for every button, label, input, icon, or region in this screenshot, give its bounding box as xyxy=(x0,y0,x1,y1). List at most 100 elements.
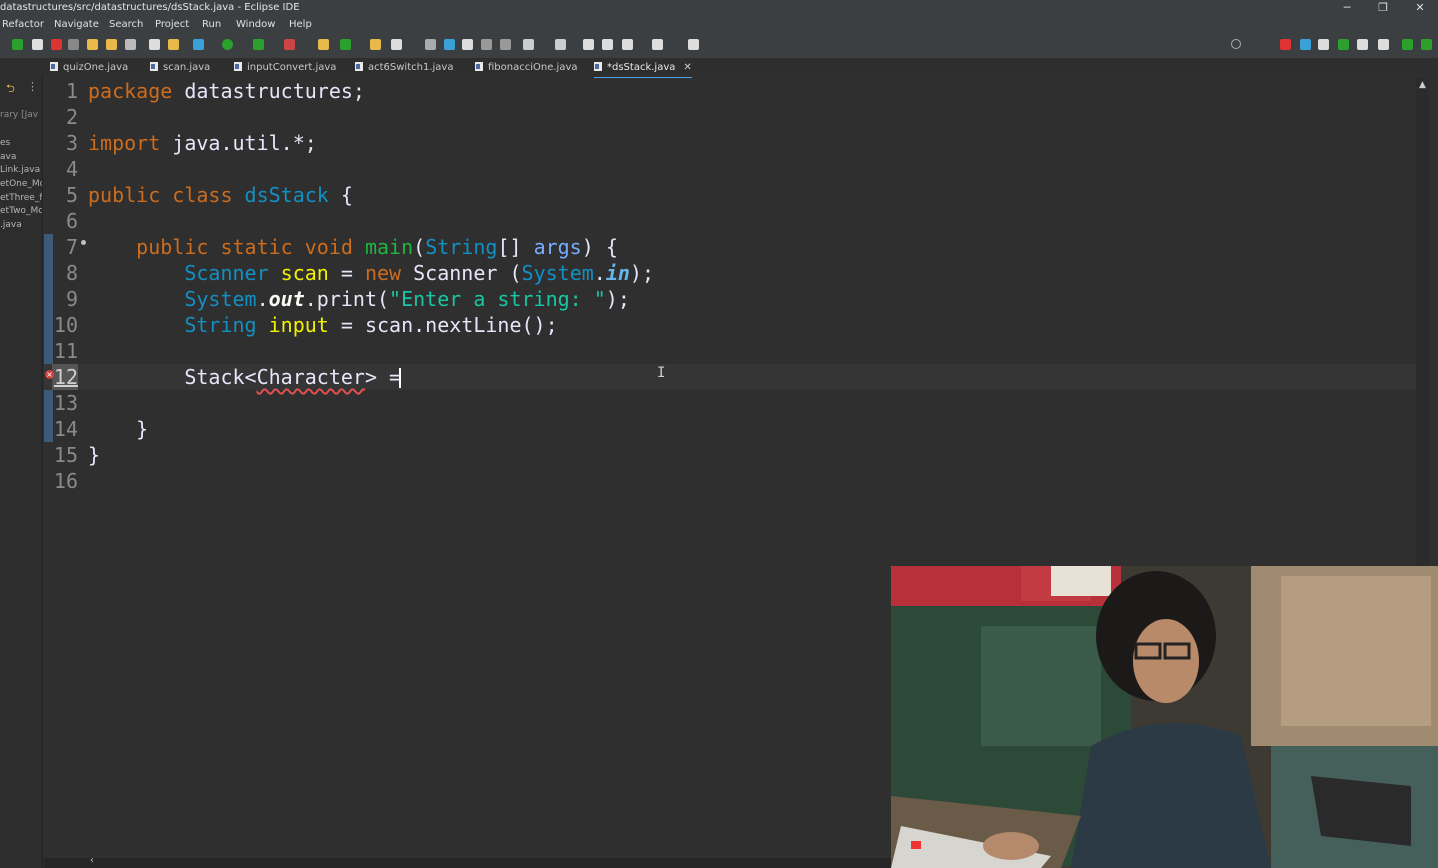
tab-label: inputConvert.java xyxy=(247,62,337,73)
toggle-block-icon[interactable] xyxy=(462,39,473,50)
fold-toggle-icon[interactable] xyxy=(81,240,86,245)
code-line: 10 String input = scan.nextLine(); xyxy=(53,313,558,337)
menu-navigate[interactable]: Navigate xyxy=(54,16,99,34)
scroll-up-icon[interactable]: ▲ xyxy=(1419,80,1426,90)
terminate-icon[interactable] xyxy=(51,39,62,50)
new-class-icon[interactable] xyxy=(340,39,351,50)
run-icon[interactable] xyxy=(222,39,233,50)
planning-perspective-icon[interactable] xyxy=(1421,39,1432,50)
line-number: 6 xyxy=(65,209,78,233)
use-step-filters-icon[interactable] xyxy=(168,39,179,50)
close-tab-icon[interactable]: ✕ xyxy=(683,62,691,73)
line-number: 2 xyxy=(65,105,78,129)
code-line: 16 xyxy=(44,468,1416,494)
tab-scan[interactable]: scan.java xyxy=(150,58,210,77)
debug-icon[interactable] xyxy=(193,39,204,50)
line-number: 8 xyxy=(65,261,78,285)
back-arrow-icon[interactable] xyxy=(622,39,633,50)
text-cursor xyxy=(399,368,402,388)
last-edit-icon[interactable] xyxy=(583,39,594,50)
line-number: 1 xyxy=(65,79,78,103)
perspective-icon[interactable] xyxy=(1280,39,1291,50)
pin-editor-icon[interactable] xyxy=(688,39,699,50)
menu-project[interactable]: Project xyxy=(155,16,189,34)
restore-button[interactable]: ❐ xyxy=(1368,0,1398,16)
tree-item[interactable]: es xyxy=(0,138,10,148)
minimize-button[interactable]: ─ xyxy=(1332,0,1362,16)
step-over-icon[interactable] xyxy=(106,39,117,50)
java-file-icon xyxy=(594,62,602,71)
tree-item[interactable]: Link.java xyxy=(0,165,40,175)
tree-item[interactable]: ava xyxy=(0,152,16,162)
external-tools-icon[interactable] xyxy=(284,39,295,50)
tab-fibonaccione[interactable]: fibonacciOne.java xyxy=(475,58,578,77)
paragraph-icon[interactable] xyxy=(500,39,511,50)
java-ee-icon[interactable] xyxy=(1318,39,1329,50)
debug-perspective-icon[interactable] xyxy=(1300,39,1311,50)
tree-item[interactable]: etTwo_Mc xyxy=(0,206,42,216)
code-line: 1 package datastructures; xyxy=(44,78,1416,104)
menu-search[interactable]: Search xyxy=(109,16,143,34)
menu-help[interactable]: Help xyxy=(289,16,312,34)
search-tool-icon[interactable] xyxy=(391,39,402,50)
code-line: 14 } xyxy=(53,417,149,441)
toggle-mark-icon[interactable] xyxy=(425,39,436,50)
sync-icon[interactable]: ⮌ xyxy=(6,80,15,99)
drop-to-frame-icon[interactable] xyxy=(149,39,160,50)
tab-act6switch1[interactable]: act6Switch1.java xyxy=(355,58,453,77)
line-number: 15 xyxy=(53,443,78,467)
menu-window[interactable]: Window xyxy=(236,16,275,34)
java-perspective-icon[interactable] xyxy=(1402,39,1413,50)
menu-refactor[interactable]: Refactor xyxy=(2,16,44,34)
tree-item[interactable]: rary [Jav xyxy=(0,110,38,120)
menu-bar: Refactor Navigate Search Project Run Win… xyxy=(0,16,1438,34)
forward-history-icon[interactable] xyxy=(602,39,613,50)
tab-dsstack[interactable]: *dsStack.java ✕ xyxy=(594,58,692,79)
suspend-icon[interactable] xyxy=(32,39,43,50)
toggle-highlight-icon[interactable] xyxy=(444,39,455,50)
team-perspective-icon[interactable] xyxy=(1378,39,1389,50)
git-perspective-icon[interactable] xyxy=(1338,39,1349,50)
tab-inputconvert[interactable]: inputConvert.java xyxy=(234,58,336,77)
webcam-overlay xyxy=(891,566,1438,868)
forward-arrow-icon[interactable] xyxy=(652,39,663,50)
step-into-icon[interactable] xyxy=(87,39,98,50)
error-icon[interactable]: × xyxy=(45,370,54,379)
new-java-project-icon[interactable] xyxy=(318,39,329,50)
tree-item[interactable]: etThree_f xyxy=(0,193,42,203)
java-file-icon xyxy=(234,62,242,71)
code-line: 8 Scanner scan = new Scanner (System.in)… xyxy=(44,260,1416,286)
line-number: 11 xyxy=(53,339,78,363)
tab-quizone[interactable]: quizOne.java xyxy=(50,58,128,77)
tab-label: act6Switch1.java xyxy=(368,62,454,73)
code-line: 4 xyxy=(44,156,1416,182)
code-line: 15} xyxy=(53,443,101,467)
view-menu-icon[interactable]: ⋮ xyxy=(27,80,38,93)
scroll-left-icon[interactable]: ‹ xyxy=(90,855,94,866)
search-icon[interactable] xyxy=(1231,39,1241,49)
code-line: 5 public class dsStack { xyxy=(44,182,1416,208)
java-file-icon xyxy=(50,62,58,71)
tree-item[interactable]: .java xyxy=(0,220,22,230)
menu-run[interactable]: Run xyxy=(202,16,221,34)
code-line: 9 System.out.print("Enter a string: "); xyxy=(44,286,1416,312)
java-file-icon xyxy=(355,62,363,71)
show-whitespace-icon[interactable] xyxy=(481,39,492,50)
code-line: 7 public static void main(String[] args)… xyxy=(44,234,1416,260)
line-number: 13 xyxy=(53,391,78,415)
mouse-ibeam-icon: I xyxy=(657,365,666,381)
tab-label: scan.java xyxy=(163,62,211,73)
open-type-icon[interactable] xyxy=(370,39,381,50)
coverage-icon[interactable] xyxy=(253,39,264,50)
prev-annotation-icon[interactable] xyxy=(555,39,566,50)
resource-perspective-icon[interactable] xyxy=(1357,39,1368,50)
close-window-button[interactable]: ✕ xyxy=(1405,0,1435,16)
disconnect-icon[interactable] xyxy=(68,39,79,50)
line-number: 5 xyxy=(65,183,78,207)
tree-item[interactable]: etOne_Mc xyxy=(0,179,42,189)
resume-icon[interactable] xyxy=(12,39,23,50)
line-number: 14 xyxy=(53,417,78,441)
next-annotation-icon[interactable] xyxy=(523,39,534,50)
step-return-icon[interactable] xyxy=(125,39,136,50)
tab-label: fibonacciOne.java xyxy=(488,62,578,73)
